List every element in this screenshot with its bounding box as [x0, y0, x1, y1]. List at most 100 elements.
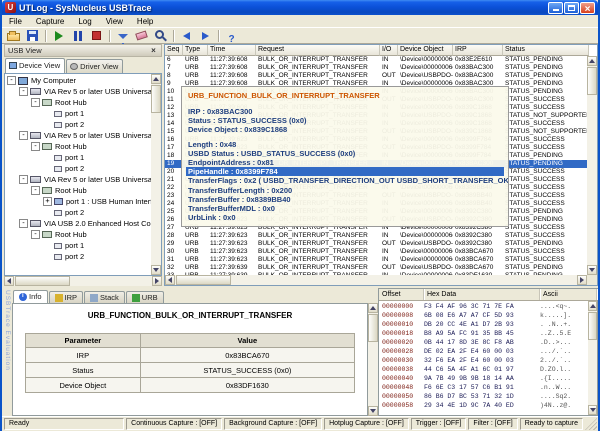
scroll-thumb[interactable]: [15, 276, 70, 286]
tab-stack[interactable]: Stack: [84, 291, 125, 303]
tree-item[interactable]: port 2: [5, 163, 151, 174]
column-header-irp[interactable]: IRP: [453, 45, 503, 56]
tab-irp[interactable]: IRP: [49, 291, 84, 303]
expand-icon[interactable]: +: [43, 197, 52, 206]
open-log-button[interactable]: [4, 29, 23, 43]
tree-item[interactable]: port 1: [5, 108, 151, 119]
scroll-left-button[interactable]: [165, 275, 175, 285]
start-capture-button[interactable]: [49, 29, 68, 43]
title-bar[interactable]: UTLog - SysNucleus USBTrace: [2, 0, 598, 15]
menu-item-view[interactable]: View: [99, 17, 130, 26]
scroll-thumb[interactable]: [151, 85, 161, 113]
hex-row[interactable]: 00000010DB 20 CC 4E A1 D7 2B 93. .N..+.: [379, 320, 588, 329]
tree-item[interactable]: port 1: [5, 240, 151, 251]
info-vertical-scrollbar[interactable]: [368, 303, 378, 416]
stop-capture-button[interactable]: [87, 29, 106, 43]
column-header-request[interactable]: Request: [256, 45, 380, 56]
hex-row[interactable]: 00000048F6 6E C3 17 57 C6 B1 91.n..W...: [379, 383, 588, 392]
tree-horizontal-scrollbar[interactable]: [4, 276, 162, 286]
tree-item[interactable]: port 2: [5, 207, 151, 218]
tree-item[interactable]: -VIA Rev 5 or later USB Universal Host C…: [5, 174, 151, 185]
hex-row[interactable]: 000000086B 08 E6 A7 A7 CF 5D 93k.....].: [379, 311, 588, 320]
save-log-button[interactable]: [23, 29, 42, 43]
scroll-track[interactable]: [587, 66, 597, 265]
tree-item[interactable]: port 2: [5, 251, 151, 262]
hex-row[interactable]: 00000028DE 02 EA 2F E4 60 00 03.../.`..: [379, 347, 588, 356]
hex-row[interactable]: 000000200B 44 17 8D 3E 8C F8 AB.D..>...: [379, 338, 588, 347]
clear-log-button[interactable]: [132, 29, 151, 43]
scroll-down-button[interactable]: [587, 265, 597, 275]
tree-vertical-scrollbar[interactable]: [151, 74, 161, 275]
hex-row[interactable]: 0000003844 C6 5A 4F A1 6C 01 97D.ZO.l..: [379, 365, 588, 374]
tree-item[interactable]: -Root Hub: [5, 97, 151, 108]
tab-info[interactable]: Info: [13, 290, 48, 303]
log-row[interactable]: 6URB11:27:39:608BULK_OR_INTERRUPT_TRANSF…: [165, 56, 587, 64]
tree-item[interactable]: -Root Hub: [5, 229, 151, 240]
tree-item[interactable]: -Root Hub: [5, 185, 151, 196]
tree-item[interactable]: -VIA Rev 5 or later USB Universal Host C…: [5, 130, 151, 141]
collapse-icon[interactable]: -: [31, 98, 40, 107]
tree-item[interactable]: port 1: [5, 152, 151, 163]
scroll-thumb[interactable]: [587, 67, 597, 95]
column-header-type[interactable]: Type: [183, 45, 208, 56]
scroll-right-button[interactable]: [577, 275, 587, 285]
log-vertical-scrollbar[interactable]: [587, 56, 597, 275]
scroll-left-button[interactable]: [4, 276, 14, 286]
collapse-icon[interactable]: -: [31, 186, 40, 195]
column-header-io[interactable]: I/O: [380, 45, 398, 56]
pause-capture-button[interactable]: [68, 29, 87, 43]
collapse-icon[interactable]: -: [7, 76, 16, 85]
menu-item-help[interactable]: Help: [130, 17, 160, 26]
hex-row[interactable]: 0000005829 34 4E 1D 9C 7A 40 ED)4N..z@.: [379, 401, 588, 410]
scroll-up-button[interactable]: [588, 301, 597, 311]
minimize-button[interactable]: [548, 2, 563, 14]
hex-row[interactable]: 00000000F3 F4 AF 96 3C 71 7E FA....<q~.: [379, 302, 588, 311]
column-header-deviceobject[interactable]: Device Object: [398, 45, 453, 56]
scroll-track[interactable]: [14, 276, 152, 286]
tab-device-view[interactable]: Device View: [5, 58, 65, 73]
scroll-up-button[interactable]: [368, 303, 378, 313]
collapse-icon[interactable]: -: [19, 87, 28, 96]
log-row[interactable]: 31URB11:27:39:623BULK_OR_INTERRUPT_TRANS…: [165, 256, 587, 264]
usb-view-close-button[interactable]: [149, 46, 158, 55]
collapse-icon[interactable]: -: [19, 131, 28, 140]
collapse-icon[interactable]: -: [31, 230, 40, 239]
log-row[interactable]: 28URB11:27:39:623BULK_OR_INTERRUPT_TRANS…: [165, 232, 587, 240]
hex-row[interactable]: 00000018B8 A9 5A FC 91 35 BB 45..Z..5.E: [379, 329, 588, 338]
log-row[interactable]: 30URB11:27:39:623BULK_OR_INTERRUPT_TRANS…: [165, 248, 587, 256]
scroll-down-button[interactable]: [151, 265, 161, 275]
tree-item[interactable]: -Root Hub: [5, 141, 151, 152]
tree-item[interactable]: port 2: [5, 119, 151, 130]
scroll-up-button[interactable]: [151, 74, 161, 84]
collapse-icon[interactable]: -: [19, 175, 28, 184]
scroll-track[interactable]: [588, 311, 597, 405]
log-row[interactable]: 7URB11:27:39:608BULK_OR_INTERRUPT_TRANSF…: [165, 64, 587, 72]
scroll-thumb[interactable]: [368, 314, 378, 342]
scroll-down-button[interactable]: [588, 405, 597, 415]
previous-item-button[interactable]: [177, 29, 196, 43]
tab-urb[interactable]: URB: [126, 291, 164, 303]
log-horizontal-scrollbar[interactable]: [165, 275, 587, 285]
hex-row[interactable]: 0000003032 F6 EA 2F E4 60 00 032../.`..: [379, 356, 588, 365]
scroll-track[interactable]: [368, 313, 378, 406]
maximize-button[interactable]: [564, 2, 579, 14]
filter-button[interactable]: [113, 29, 132, 43]
scroll-track[interactable]: [175, 275, 577, 285]
hex-row[interactable]: 0000005086 B6 D7 BC 53 71 32 1D....Sq2.: [379, 392, 588, 401]
find-button[interactable]: [151, 29, 170, 43]
scroll-right-button[interactable]: [152, 276, 162, 286]
column-header-time[interactable]: Time: [208, 45, 256, 56]
tree-item[interactable]: -My Computer: [5, 75, 151, 86]
log-row[interactable]: 8URB11:27:39:608BULK_OR_INTERRUPT_TRANSF…: [165, 72, 587, 80]
menu-item-file[interactable]: File: [2, 17, 29, 26]
column-header-seq[interactable]: Seq: [165, 45, 183, 56]
scroll-thumb[interactable]: [176, 275, 231, 285]
collapse-icon[interactable]: -: [31, 142, 40, 151]
scroll-down-button[interactable]: [368, 406, 378, 416]
menu-item-log[interactable]: Log: [71, 17, 98, 26]
column-header-status[interactable]: Status: [503, 45, 589, 56]
tree-item[interactable]: -VIA Rev 5 or later USB Universal Host C…: [5, 86, 151, 97]
tree-item[interactable]: -VIA USB 2.0 Enhanced Host Controller: [5, 218, 151, 229]
log-row[interactable]: 29URB11:27:39:623BULK_OR_INTERRUPT_TRANS…: [165, 240, 587, 248]
tab-driver-view[interactable]: Driver View: [66, 59, 123, 73]
